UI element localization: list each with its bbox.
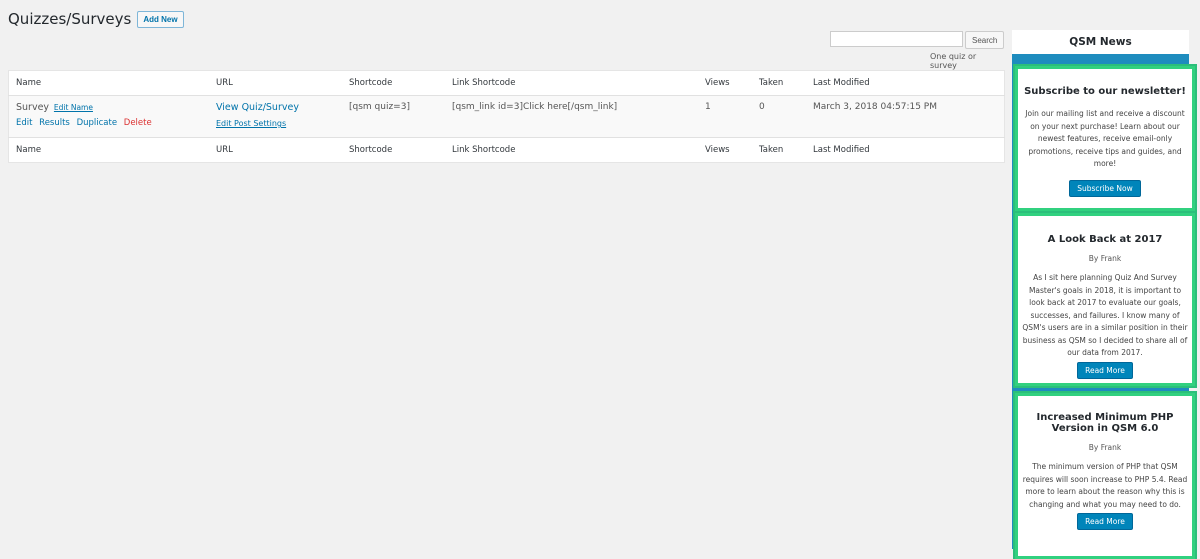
edit-post-settings-link[interactable]: Edit Post Settings: [216, 119, 335, 128]
edit-name-link[interactable]: Edit Name: [54, 103, 93, 112]
card-byline: By Frank: [1088, 254, 1122, 263]
quiz-table: Name URL Shortcode Link Shortcode Views …: [8, 70, 1005, 163]
delete-link[interactable]: Delete: [124, 118, 152, 128]
newsletter-card: Subscribe to our newsletter! Join our ma…: [1013, 64, 1197, 213]
edit-link[interactable]: Edit: [16, 118, 32, 128]
link-shortcode-cell: [qsm_link id=3]Click here[/qsm_link]: [445, 95, 698, 138]
footer-url-header[interactable]: URL: [209, 137, 342, 163]
card-title: Increased Minimum PHP Version in QSM 6.0: [1036, 412, 1174, 434]
footer-modified-header[interactable]: Last Modified: [806, 137, 1005, 163]
card-body: As I sit here planning Quiz And Survey M…: [1022, 273, 1188, 357]
read-more-button[interactable]: Read More: [1077, 513, 1133, 530]
subscribe-button[interactable]: Subscribe Now: [1069, 179, 1141, 197]
title-row: Quizzes/Surveys Add New: [8, 10, 184, 28]
footer-taken-header[interactable]: Taken: [752, 137, 806, 163]
results-link[interactable]: Results: [39, 118, 70, 128]
news-card: A Look Back at 2017 By Frank As I sit he…: [1013, 211, 1197, 388]
search-input[interactable]: [830, 31, 963, 47]
shortcode-cell: [qsm quiz=3]: [342, 95, 445, 138]
table-row: Survey Edit Name Edit Results Duplicate …: [8, 95, 1005, 138]
row-actions: Edit Results Duplicate Delete: [16, 118, 202, 128]
column-modified-header[interactable]: Last Modified: [806, 70, 1005, 96]
search-box: Search: [830, 31, 1005, 49]
column-link-shortcode-header[interactable]: Link Shortcode: [445, 70, 698, 96]
table-header-row: Name URL Shortcode Link Shortcode Views …: [8, 70, 1005, 96]
card-body: Join our mailing list and receive a disc…: [1025, 109, 1185, 168]
footer-shortcode-header[interactable]: Shortcode: [342, 137, 445, 163]
quiz-name-cell: Survey Edit Name Edit Results Duplicate …: [8, 95, 209, 138]
duplicate-link[interactable]: Duplicate: [77, 118, 118, 128]
card-title: A Look Back at 2017: [1047, 234, 1163, 245]
footer-name-header[interactable]: Name: [8, 137, 209, 163]
column-url-header[interactable]: URL: [209, 70, 342, 96]
add-new-button[interactable]: Add New: [137, 10, 184, 28]
card-title: Subscribe to our newsletter!: [1024, 86, 1186, 97]
news-title: QSM News: [1012, 30, 1189, 54]
column-name-header[interactable]: Name: [8, 70, 209, 96]
footer-link-shortcode-header[interactable]: Link Shortcode: [445, 137, 698, 163]
column-views-header[interactable]: Views: [698, 70, 752, 96]
column-shortcode-header[interactable]: Shortcode: [342, 70, 445, 96]
column-taken-header[interactable]: Taken: [752, 70, 806, 96]
search-button[interactable]: Search: [965, 31, 1005, 49]
views-cell: 1: [698, 95, 752, 138]
search-hint: One quiz or survey: [930, 52, 977, 70]
page-title: Quizzes/Surveys: [8, 10, 132, 28]
read-more-button[interactable]: Read More: [1077, 361, 1133, 379]
qsm-news-panel: QSM News Subscribe to our newsletter! Jo…: [1012, 30, 1197, 559]
quiz-name: Survey: [16, 102, 50, 113]
view-quiz-link[interactable]: View Quiz/Survey: [216, 102, 299, 113]
news-card: Increased Minimum PHP Version in QSM 6.0…: [1013, 391, 1197, 559]
taken-cell: 0: [752, 95, 806, 138]
card-body: The minimum version of PHP that QSM requ…: [1022, 462, 1188, 509]
card-byline: By Frank: [1088, 443, 1122, 452]
table-footer-row: Name URL Shortcode Link Shortcode Views …: [8, 137, 1005, 163]
modified-cell: March 3, 2018 04:57:15 PM: [806, 95, 1005, 138]
footer-views-header[interactable]: Views: [698, 137, 752, 163]
quiz-url-cell: View Quiz/Survey Edit Post Settings: [209, 95, 342, 138]
